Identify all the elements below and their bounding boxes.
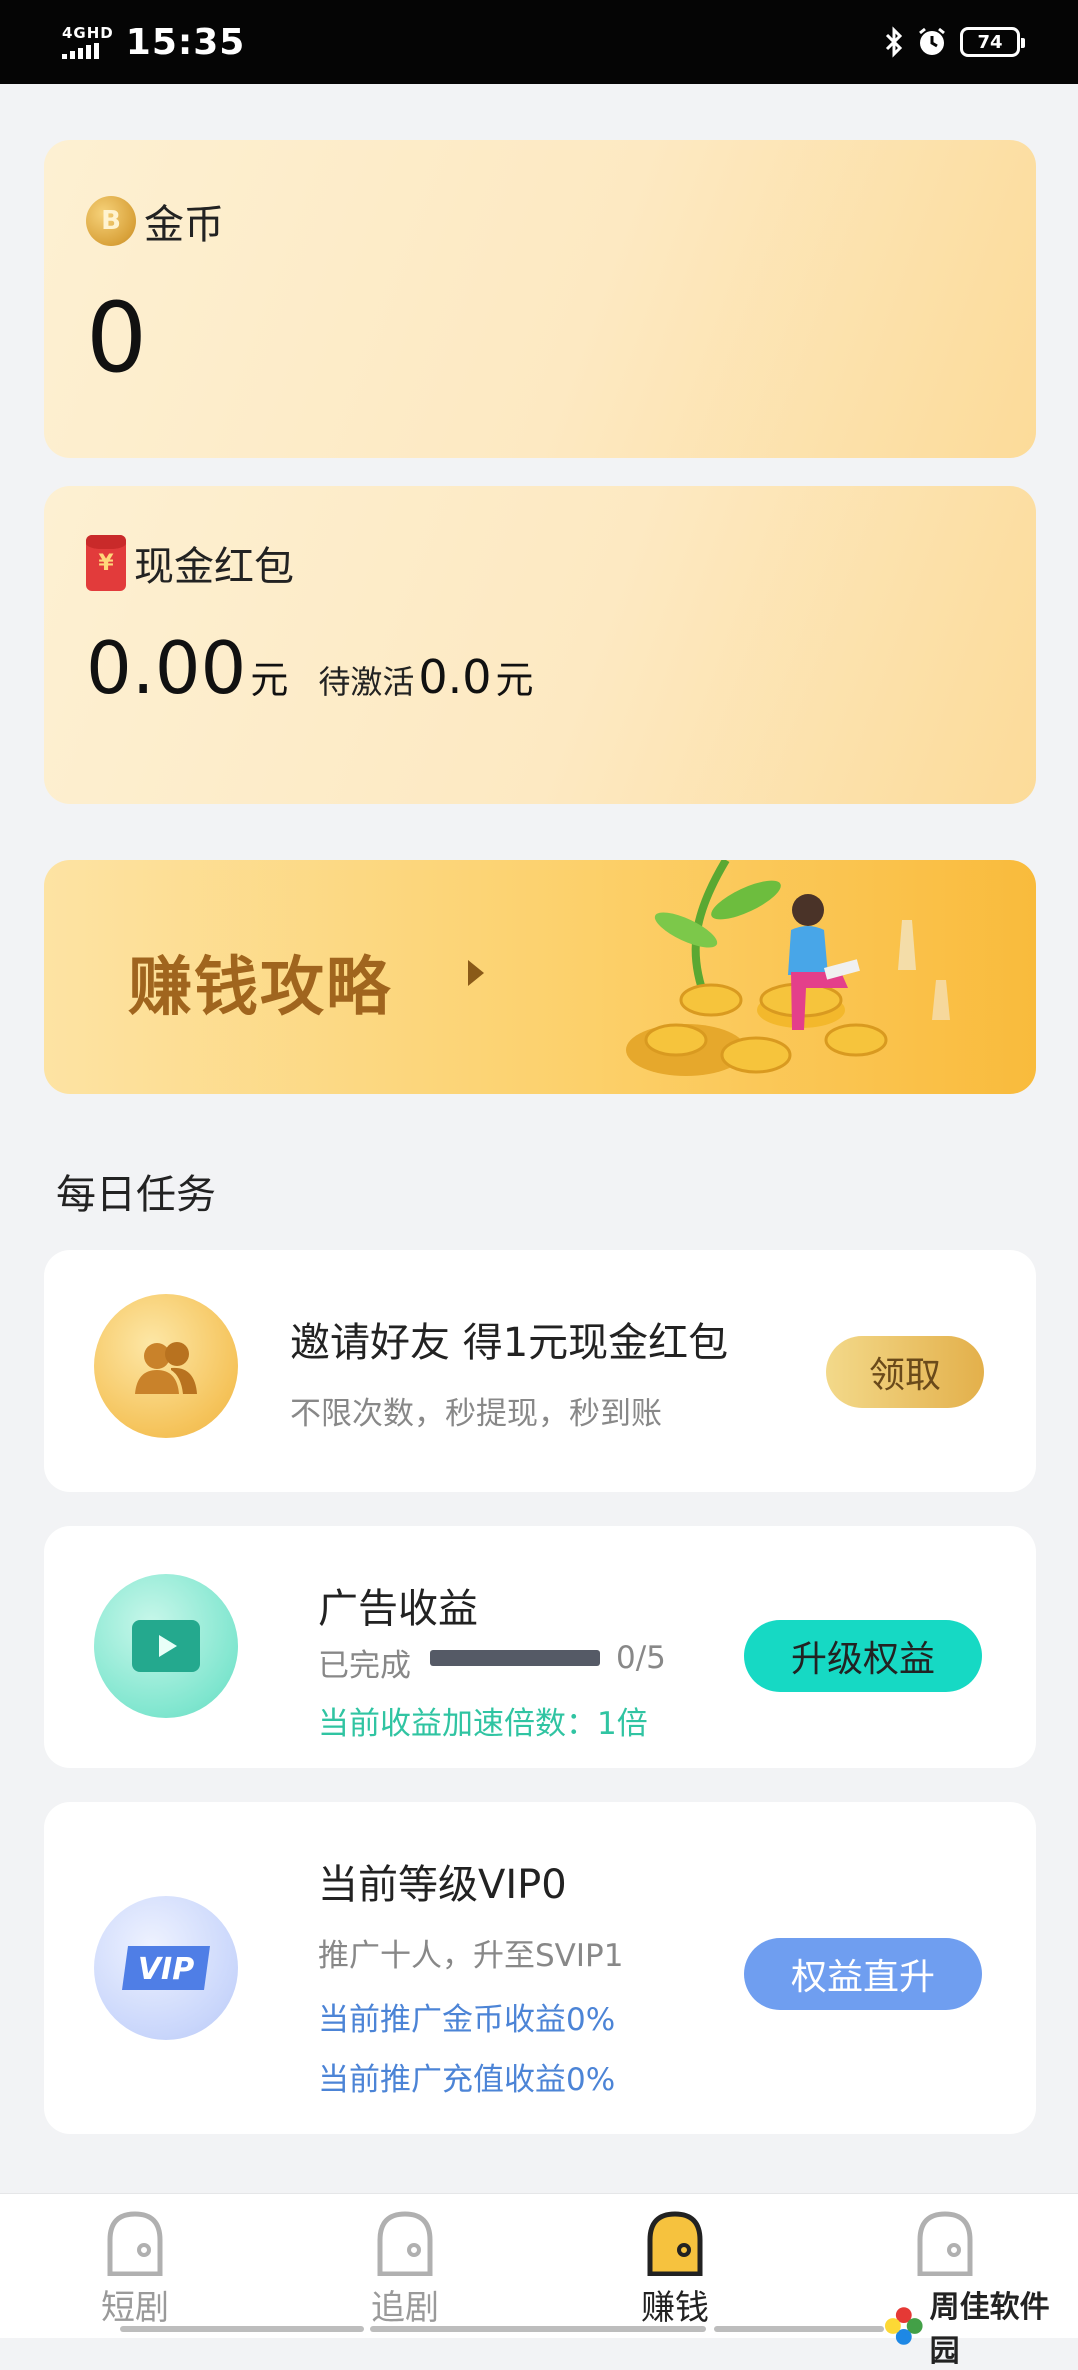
status-bar: 4GHD 15:35 74 [0, 0, 1078, 84]
pending-label: 待激活 [318, 663, 415, 701]
coin-card-header: B 金币 [86, 192, 224, 250]
vip-coin-income: 当前推广金币收益0% [318, 2002, 616, 2038]
tab-label: 赚钱 [641, 2288, 709, 2328]
coin-card[interactable]: B 金币 0 [44, 140, 1036, 458]
cash-unit: 元 [250, 658, 289, 702]
home-indicator [120, 2326, 364, 2332]
coin-label: 金币 [144, 202, 224, 248]
watermark-text: 周佳软件园 [929, 2290, 1050, 2369]
signal-icon: 4GHD [62, 23, 114, 59]
ad-task-title: 广告收益 [318, 1586, 478, 1632]
ad-speed-text: 当前收益加速倍数：1倍 [318, 1706, 648, 1742]
battery-level: 74 [977, 31, 1003, 53]
vip-task-subtitle: 推广十人，升至SVIP1 [318, 1938, 624, 1974]
cash-label: 现金红包 [134, 544, 294, 590]
ad-progress-text: 0/5 [616, 1640, 666, 1676]
pending-amount: 0.0 [418, 650, 492, 704]
invite-task-subtitle: 不限次数，秒提现，秒到账 [290, 1396, 662, 1432]
alarm-icon [919, 27, 945, 55]
earning-guide-banner[interactable]: 赚钱攻略 [44, 860, 1036, 1094]
tab-short-drama-icon [107, 2211, 163, 2276]
claim-button[interactable]: 领取 [826, 1336, 984, 1408]
cash-card[interactable]: ¥ 现金红包 0.00 元 待激活 0.0 元 [44, 486, 1036, 804]
ad-progress-bar [430, 1650, 600, 1666]
vip-task-card: VIP 当前等级VIP0 推广十人，升至SVIP1 当前推广金币收益0% 当前推… [44, 1802, 1036, 2134]
ad-progress-label: 已完成 [318, 1648, 411, 1684]
watermark-logo-icon [884, 2307, 923, 2345]
home-indicator [370, 2326, 706, 2332]
cash-amount: 0.00 [86, 626, 247, 710]
bluetooth-icon [885, 26, 903, 58]
red-packet-icon: ¥ [86, 535, 126, 591]
coin-balance: 0 [86, 282, 148, 394]
tab-label: 追剧 [371, 2288, 439, 2328]
tab-follow-drama[interactable]: 追剧 [270, 2194, 540, 2339]
battery-icon: 74 [960, 27, 1025, 57]
coin-icon: B [86, 196, 136, 246]
daily-tasks-title: 每日任务 [56, 1172, 216, 1218]
tab-earn[interactable]: 赚钱 [540, 2194, 810, 2339]
cash-balance-row: 0.00 元 待激活 0.0 元 [86, 626, 534, 710]
vip-recharge-income: 当前推广充值收益0% [318, 2062, 616, 2098]
upgrade-benefits-button[interactable]: 升级权益 [744, 1620, 982, 1692]
vip-badge-icon: VIP [94, 1896, 238, 2040]
tab-short-drama[interactable]: 短剧 [0, 2194, 270, 2339]
tab-profile-icon [917, 2211, 973, 2276]
benefit-upgrade-button[interactable]: 权益直升 [744, 1938, 982, 2010]
vip-badge-text: VIP [138, 1952, 194, 1987]
invite-friends-icon [94, 1294, 238, 1438]
invite-task-title: 邀请好友 得1元现金红包 [290, 1320, 729, 1366]
status-time: 15:35 [125, 21, 246, 63]
tab-follow-drama-icon [377, 2211, 433, 2276]
watermark: 周佳软件园 [884, 2282, 1078, 2370]
ad-task-card: 广告收益 已完成 0/5 当前收益加速倍数：1倍 升级权益 [44, 1526, 1036, 1768]
video-play-icon [94, 1574, 238, 1718]
home-indicator [714, 2326, 884, 2332]
tab-earn-icon [647, 2211, 703, 2276]
arrow-right-icon [468, 960, 484, 986]
pending-unit: 元 [495, 658, 534, 702]
banner-illustration [626, 860, 950, 1076]
cash-card-header: ¥ 现金红包 [86, 534, 294, 592]
vip-task-title: 当前等级VIP0 [318, 1862, 567, 1908]
banner-title: 赚钱攻略 [128, 951, 392, 1025]
network-type: 4GHD [62, 23, 114, 42]
tab-label: 短剧 [101, 2288, 169, 2328]
invite-task-card: 邀请好友 得1元现金红包 不限次数，秒提现，秒到账 领取 [44, 1250, 1036, 1492]
